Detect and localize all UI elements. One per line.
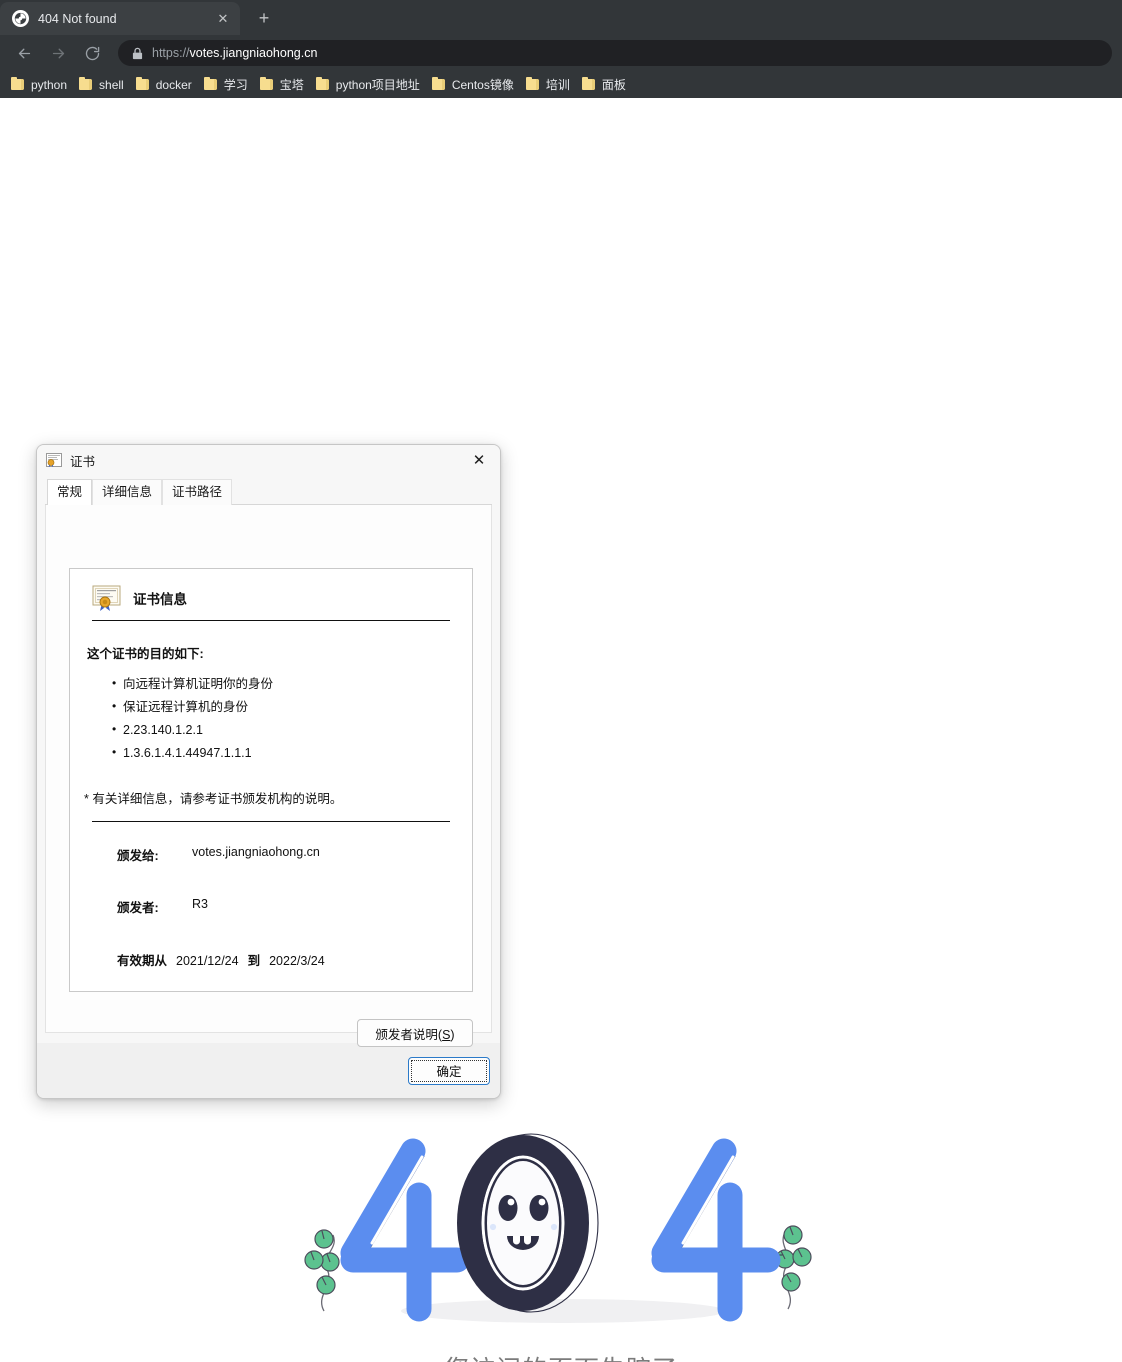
digit-four-left xyxy=(340,1138,472,1322)
browser-toolbar: https://votes.jiangniaohong.cn xyxy=(0,35,1122,71)
bookmark-label: 学习 xyxy=(223,78,248,92)
issuer-statement-button[interactable]: 颁发者说明(S) xyxy=(357,1019,473,1047)
bookmark-item[interactable]: docker xyxy=(133,74,201,96)
purpose-list: 向远程计算机证明你的身份 保证远程计算机的身份 2.23.140.1.2.1 1… xyxy=(112,672,454,765)
bookmark-item[interactable]: python xyxy=(8,74,76,96)
issuer-note: * 有关详细信息，请参考证书颁发机构的说明。 xyxy=(84,792,343,806)
url-scheme: https:// xyxy=(152,46,190,60)
bookmark-item[interactable]: 培训 xyxy=(523,74,579,96)
dialog-title-bar: 证书 ✕ xyxy=(37,445,500,475)
validity-label: 有效期从 xyxy=(117,954,168,968)
tab-certification-path[interactable]: 证书路径 xyxy=(162,479,233,505)
tab-close-icon[interactable]: ✕ xyxy=(214,10,232,28)
bookmark-label: python项目地址 xyxy=(335,78,420,92)
folder-icon xyxy=(79,77,93,90)
folder-icon xyxy=(259,77,273,90)
url-host: votes.jiangniaohong.cn xyxy=(189,46,318,60)
lock-icon xyxy=(132,47,143,60)
bookmark-label: shell xyxy=(99,77,124,92)
close-icon[interactable]: ✕ xyxy=(462,446,496,475)
issued-by-row: 颁发者: R3 xyxy=(84,897,454,916)
validity-to-label: 到 xyxy=(247,954,261,968)
new-tab-button[interactable]: + xyxy=(250,4,278,32)
bookmark-label: Centos镜像 xyxy=(451,78,514,92)
valid-to-value: 2022/3/24 xyxy=(269,954,325,968)
error-404-illustration xyxy=(304,1133,812,1323)
purpose-heading: 这个证书的目的如下: xyxy=(87,647,204,661)
issued-by-value: R3 xyxy=(192,897,208,911)
bookmark-label: 面板 xyxy=(601,78,626,92)
certificate-info-card: 证书信息 这个证书的目的如下: 向远程计算机证明你的身份 保证远程计算机的身份 … xyxy=(69,568,473,992)
globe-blocked-icon xyxy=(12,10,29,27)
bookmark-item[interactable]: Centos镜像 xyxy=(429,74,523,96)
valid-from-value: 2021/12/24 xyxy=(176,954,239,968)
browser-chrome: 404 Not found ✕ + https://votes.jiangnia… xyxy=(0,0,1122,98)
list-item: 向远程计算机证明你的身份 xyxy=(112,672,454,696)
digit-four-right xyxy=(651,1138,783,1322)
certificate-dialog: 证书 ✕ 常规 详细信息 证书路径 证书信息 这个证书的目的如下: • 向远程计… xyxy=(36,444,501,1099)
page-content: 您访问的页面失踪了 证书 ✕ 常规 详细信息 xyxy=(0,98,1122,1362)
folder-icon xyxy=(431,77,445,90)
leaf-decoration-right xyxy=(775,1225,812,1310)
bookmark-label: docker xyxy=(155,77,192,92)
issuer-button-row: 颁发者说明(S) xyxy=(357,1019,473,1047)
dialog-tab-list: 常规 详细信息 证书路径 xyxy=(45,479,492,505)
back-icon[interactable] xyxy=(10,39,38,67)
browser-tab[interactable]: 404 Not found ✕ xyxy=(0,2,240,35)
bookmarks-bar: python shell docker 学习 宝塔 python项目地址 Cen… xyxy=(0,71,1122,98)
bookmark-label: 培训 xyxy=(545,78,570,92)
issued-to-row: 颁发给: votes.jiangniaohong.cn xyxy=(84,845,454,864)
ok-button[interactable]: 确定 xyxy=(408,1056,490,1085)
leaf-decoration-left xyxy=(304,1229,340,1312)
error-block: 您访问的页面失踪了 xyxy=(0,1103,1122,1362)
folder-icon xyxy=(525,77,539,90)
issued-to-label: 颁发给: xyxy=(117,849,159,863)
tab-strip: 404 Not found ✕ + xyxy=(0,0,1122,35)
issued-to-value: votes.jiangniaohong.cn xyxy=(192,845,320,859)
folder-icon xyxy=(203,77,217,90)
folder-icon xyxy=(315,77,329,90)
folder-icon xyxy=(581,77,595,90)
folder-icon xyxy=(11,77,24,90)
tab-details[interactable]: 详细信息 xyxy=(92,479,163,505)
folder-icon xyxy=(135,77,149,90)
certificate-icon xyxy=(92,585,122,611)
issuer-statement-text: 颁发者说明( xyxy=(375,1027,443,1042)
list-item: 1.3.6.1.4.1.44947.1.1.1 xyxy=(112,741,454,765)
bookmark-item[interactable]: python项目地址 xyxy=(313,74,429,96)
bookmark-item[interactable]: 学习 xyxy=(201,74,257,96)
dialog-title: 证书 xyxy=(70,454,96,469)
bookmark-item[interactable]: 宝塔 xyxy=(257,74,313,96)
dialog-body: 常规 详细信息 证书路径 证书信息 这个证书的目的如下: • 向远程计算机证明你… xyxy=(37,475,500,1047)
address-bar[interactable]: https://votes.jiangniaohong.cn xyxy=(118,40,1112,66)
bookmark-item[interactable]: shell xyxy=(76,74,133,96)
list-item: 2.23.140.1.2.1 xyxy=(112,718,454,742)
certificate-info-title: 证书信息 xyxy=(133,592,187,607)
digit-zero-ghost xyxy=(457,1133,599,1313)
list-item: 保证远程计算机的身份 xyxy=(112,695,454,719)
forward-icon xyxy=(44,39,72,67)
bookmark-item[interactable]: 面板 xyxy=(579,74,635,96)
tab-general[interactable]: 常规 xyxy=(47,479,93,505)
error-message: 您访问的页面失踪了 xyxy=(444,1350,678,1362)
divider xyxy=(92,821,450,822)
bookmark-label: 宝塔 xyxy=(279,78,304,92)
tab-title: 404 Not found xyxy=(38,11,117,26)
bookmark-label: python xyxy=(31,77,68,92)
certificate-info-header: 证书信息 xyxy=(84,585,454,611)
reload-icon[interactable] xyxy=(78,39,106,67)
validity-row: 有效期从 2021/12/24 到 2022/3/24 xyxy=(84,950,454,969)
issuer-statement-suffix: ) xyxy=(450,1027,455,1042)
address-bar-url: https://votes.jiangniaohong.cn xyxy=(152,46,317,60)
certificate-window-icon xyxy=(46,453,62,467)
issued-by-label: 颁发者: xyxy=(117,901,159,915)
dialog-footer: 确定 xyxy=(37,1043,500,1098)
general-tab-panel: 证书信息 这个证书的目的如下: 向远程计算机证明你的身份 保证远程计算机的身份 … xyxy=(45,505,492,1047)
divider xyxy=(92,620,450,621)
